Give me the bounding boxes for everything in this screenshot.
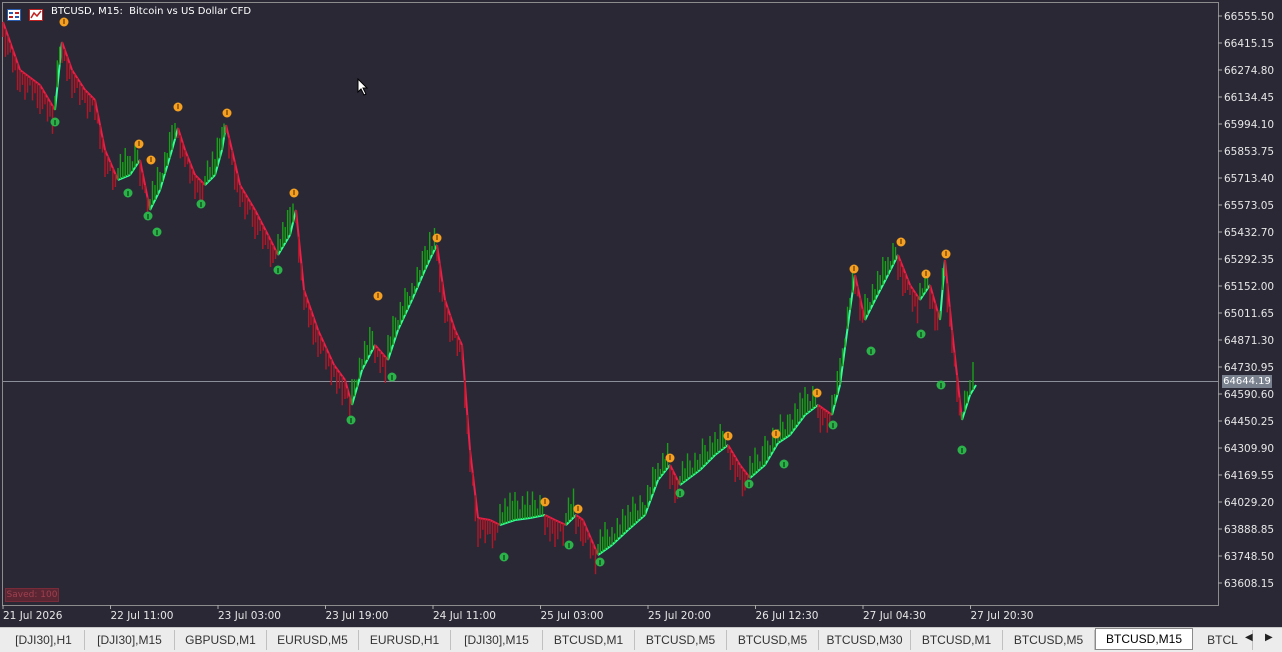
time-axis-label: 23 Jul 03:00 bbox=[218, 610, 281, 622]
price-axis-label: 64309.90 bbox=[1224, 443, 1274, 455]
time-axis-label: 22 Jul 11:00 bbox=[111, 610, 174, 622]
indicator-line-segment bbox=[295, 209, 305, 291]
price-axis-label: 63608.15 bbox=[1224, 578, 1274, 590]
price-axis-label: 66274.80 bbox=[1224, 65, 1274, 77]
price-axis-label: 64730.95 bbox=[1224, 362, 1274, 374]
tab-btcusd-m5[interactable]: BTCUSD,M5 bbox=[1003, 630, 1095, 650]
price-axis-label: 64871.30 bbox=[1224, 335, 1274, 347]
price-axis-label: 65432.70 bbox=[1224, 227, 1274, 239]
indicator-line-segment bbox=[231, 149, 241, 186]
indicator-line-segment bbox=[454, 329, 463, 346]
tab-gbpusd-m1[interactable]: GBPUSD,M1 bbox=[175, 630, 267, 650]
chart-window[interactable]: 66555.50 66415.15 66274.80 66134.45 65994.10… bbox=[0, 0, 1282, 627]
price-axis-label: 64590.60 bbox=[1224, 389, 1274, 401]
indicator-line-segment bbox=[961, 394, 971, 421]
tab-scroll-right-icon[interactable]: ▶ bbox=[1265, 632, 1273, 643]
tab--dji30-h1[interactable]: [DJI30],H1 bbox=[3, 630, 85, 650]
indicator-line-segment bbox=[54, 41, 63, 111]
indicator-line-segment bbox=[469, 449, 479, 519]
price-axis-label: 64450.25 bbox=[1224, 416, 1274, 428]
price-axis-label: 65292.35 bbox=[1224, 254, 1274, 266]
tab--dji30-m15[interactable]: [DJI30],M15 bbox=[85, 630, 175, 650]
tab-btcusd-m5[interactable]: BTCUSD,M5 bbox=[635, 630, 727, 650]
tab-btcusd-m15[interactable]: BTCUSD,M15 bbox=[1095, 628, 1193, 650]
price-axis-label: 66555.50 bbox=[1224, 11, 1274, 23]
chart-title: BTCUSD, M15: Bitcoin vs US Dollar CFD bbox=[51, 6, 252, 17]
price-chart[interactable]: 66555.50 66415.15 66274.80 66134.45 65994.10… bbox=[0, 0, 1282, 627]
price-axis-label: 66134.45 bbox=[1224, 92, 1274, 104]
indicator-line-segment bbox=[424, 254, 433, 271]
time-axis-label: 24 Jul 11:00 bbox=[433, 610, 496, 622]
time-axis-label: 25 Jul 03:00 bbox=[541, 610, 604, 622]
indicator-line-segment bbox=[831, 384, 841, 416]
indicator-line-segment bbox=[575, 514, 584, 521]
time-axis-label: 27 Jul 04:30 bbox=[863, 610, 926, 622]
price-axis-label: 65573.05 bbox=[1224, 200, 1274, 212]
price-axis-label: 65011.65 bbox=[1224, 308, 1274, 320]
tab-btcusd-m30[interactable]: BTCUSD,M30 bbox=[819, 630, 911, 650]
saved-watermark: Saved: 100 bbox=[5, 588, 59, 602]
tab-btcusd-m1[interactable]: BTCUSD,M1 bbox=[543, 630, 635, 650]
tab--dji30-m15[interactable]: [DJI30],M15 bbox=[451, 630, 543, 650]
price-axis-label: 63748.50 bbox=[1224, 551, 1274, 563]
indicator-line-segment bbox=[177, 127, 186, 151]
price-axis-label: 65994.10 bbox=[1224, 119, 1274, 131]
indicator-line-segment bbox=[344, 379, 353, 406]
tab-scroll-left-icon[interactable]: ◀ bbox=[1245, 632, 1253, 643]
time-axis-label: 27 Jul 20:30 bbox=[971, 610, 1034, 622]
time-axis-label: 21 Jul 2026 bbox=[3, 610, 63, 622]
current-price-tag: 64644.19 bbox=[1222, 375, 1272, 388]
indicator-line-segment bbox=[944, 259, 953, 331]
price-axis-label: 65853.75 bbox=[1224, 146, 1274, 158]
tab-eurusd-h1[interactable]: EURUSD,H1 bbox=[359, 630, 451, 650]
price-axis-label: 65713.40 bbox=[1224, 173, 1274, 185]
tab-btcl[interactable]: BTCL bbox=[1193, 630, 1253, 650]
indicator-line-segment bbox=[436, 244, 446, 301]
price-axis-label: 64169.55 bbox=[1224, 470, 1274, 482]
tab-eurusd-m5[interactable]: EURUSD,M5 bbox=[267, 630, 359, 650]
price-axis-label: 64029.20 bbox=[1224, 497, 1274, 509]
indicator-line-segment bbox=[461, 344, 471, 451]
chart-menu-icon[interactable] bbox=[7, 6, 21, 21]
price-axis-label: 66415.15 bbox=[1224, 38, 1274, 50]
time-axis-label: 23 Jul 19:00 bbox=[326, 610, 389, 622]
mouse-cursor-icon bbox=[357, 78, 369, 96]
tab-btcusd-m1[interactable]: BTCUSD,M1 bbox=[911, 630, 1003, 650]
price-axis-label: 63888.85 bbox=[1224, 524, 1274, 536]
plot-frame bbox=[2, 2, 1219, 606]
time-axis-label: 26 Jul 12:30 bbox=[756, 610, 819, 622]
chart-tab-bar: [DJI30],H1 [DJI30],M15 GBPUSD,M1 EURUSD,M5 E… bbox=[0, 627, 1282, 652]
chart-type-icon[interactable] bbox=[29, 6, 43, 21]
indicator-line-segment bbox=[214, 149, 223, 176]
time-axis-label: 25 Jul 20:00 bbox=[648, 610, 711, 622]
tab-btcusd-m5[interactable]: BTCUSD,M5 bbox=[727, 630, 819, 650]
price-axis-label: 65152.00 bbox=[1224, 281, 1274, 293]
